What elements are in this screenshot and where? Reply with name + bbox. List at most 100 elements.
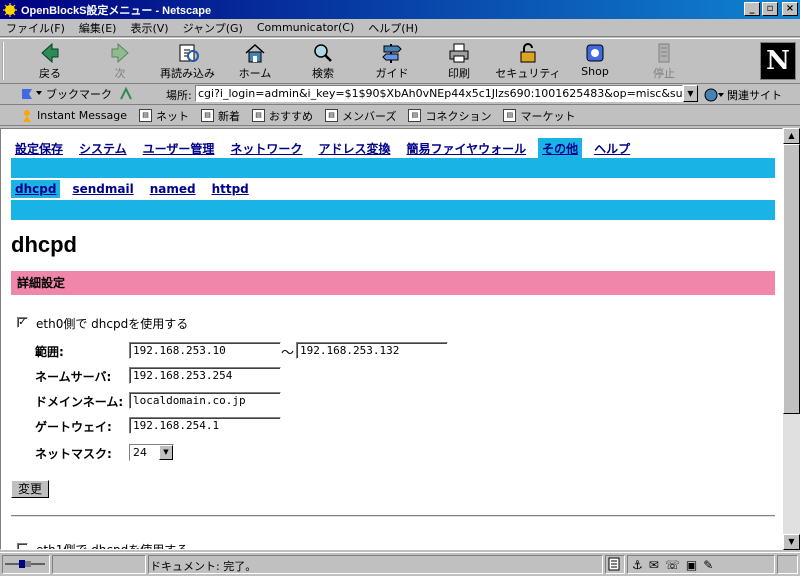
tab-help[interactable]: ヘルプ [590,138,635,159]
bookmark-page-icon: ▤ [325,109,338,122]
netscape-logo[interactable]: N [760,42,796,80]
bookmark-members[interactable]: ▤ メンバーズ [325,108,396,124]
bookmarks-button[interactable]: ブックマーク [20,86,112,102]
tab-bar-band [11,158,775,178]
close-button[interactable]: × [782,2,798,16]
subtab-bar-band [11,200,775,220]
range-start-input[interactable]: 192.168.253.10 [129,342,281,359]
subtab-dhcpd[interactable]: dhcpd [11,180,61,198]
instant-message-link[interactable]: Instant Message [20,109,127,123]
menu-go[interactable]: ジャンプ(G) [183,20,243,36]
bookmark-market-label: マーケット [520,109,576,123]
url-dropdown-button[interactable]: ▼ [683,85,698,102]
domain-name-input[interactable]: localdomain.co.jp [129,392,281,409]
gateway-label: ゲートウェイ: [35,420,112,434]
domain-name-label: ドメインネーム: [35,395,124,409]
bookmark-page-icon: ▤ [503,109,517,122]
security-indicator[interactable] [605,555,625,574]
home-button[interactable]: ホーム [225,42,285,82]
bookmark-net[interactable]: ▤ ネット [139,108,189,124]
back-button[interactable]: 戻る [20,42,80,82]
eth0-dhcpd-checkbox[interactable]: ✓ [17,317,28,328]
tab-simple-firewall[interactable]: 簡易ファイヤウォール [402,138,531,159]
netmask-label: ネットマスク: [35,447,112,461]
shop-icon [586,44,604,62]
address-book-icon[interactable]: ▣ [686,558,697,572]
scroll-up-button[interactable]: ▲ [783,128,800,144]
bookmark-connection[interactable]: ▤ コネクション [408,108,491,124]
resize-grip[interactable] [777,555,798,574]
toolbar-grip[interactable] [2,42,8,80]
search-button[interactable]: 検索 [293,42,353,82]
print-button[interactable]: 印刷 [429,42,489,82]
menu-view[interactable]: 表示(V) [130,20,168,36]
forward-label: 次 [114,67,126,80]
tab-system[interactable]: システム [75,138,131,159]
vertical-scrollbar[interactable]: ▲ ▼ [783,128,800,550]
shop-button[interactable]: Shop [565,42,625,82]
menu-communicator[interactable]: Communicator(C) [257,21,354,34]
subtab-httpd[interactable]: httpd [208,180,253,198]
back-arrow-icon [41,42,59,64]
bookmark-new[interactable]: ▤ 新着 [201,108,240,124]
range-end-input[interactable]: 192.168.253.132 [296,342,448,359]
related-sites-button[interactable]: 関連サイト [704,87,782,103]
minimize-button[interactable]: _ [744,2,760,16]
tab-network[interactable]: ネットワーク [226,138,307,159]
page-content: 設定保存 システム ユーザー管理 ネットワーク アドレス変換 簡易ファイヤウォー… [0,128,783,550]
security-button[interactable]: セキュリティ [495,42,561,82]
tab-other[interactable]: その他 [538,138,583,159]
related-sites-label: 関連サイト [727,89,782,102]
bookmark-market[interactable]: ▤ マーケット [503,108,575,124]
composer-icon[interactable]: ✎ [703,558,713,572]
forward-button[interactable]: 次 [90,42,150,82]
netmask-select[interactable]: 24 ▼ [129,444,174,461]
subtab-sendmail[interactable]: sendmail [68,180,137,198]
bookmark-new-label: 新着 [218,109,240,123]
change-button[interactable]: 変更 [11,480,49,498]
menu-help[interactable]: ヘルプ(H) [368,20,418,36]
gateway-input[interactable]: 192.168.254.1 [129,417,281,434]
bookmarks-label: ブックマーク [46,88,112,101]
eth1-dhcpd-checkbox[interactable] [17,543,28,549]
menu-edit[interactable]: 編集(E) [79,20,117,36]
netmask-value: 24 [133,446,147,459]
subtab-named[interactable]: named [146,180,200,198]
main-tabs: 設定保存 システム ユーザー管理 ネットワーク アドレス変換 簡易ファイヤウォー… [11,138,642,159]
scroll-thumb[interactable] [783,144,800,414]
bookmark-recommend[interactable]: ▤ おすすめ [252,108,313,124]
stop-icon [658,43,670,63]
section-divider [11,515,775,517]
nameserver-input[interactable]: 192.168.253.254 [129,367,281,384]
newsgroup-icon[interactable]: ☏ [665,558,680,572]
maximize-button[interactable]: ▫ [762,2,778,16]
range-label: 範囲: [35,345,64,359]
status-text: ドキュメント: 完了。 [150,560,257,573]
bookmark-recommend-label: おすすめ [269,109,313,123]
page-proxy-icon[interactable] [118,87,134,101]
mail-icon[interactable]: ✉ [649,558,659,572]
scroll-down-button[interactable]: ▼ [783,534,800,550]
tab-user-management[interactable]: ユーザー管理 [138,138,219,159]
reload-button[interactable]: 再読み込み [155,42,220,82]
page-title: dhcpd [11,232,77,257]
netscape-window-icon [3,2,17,17]
document-info-icon [608,557,620,571]
window-title: OpenBlockS設定メニュー - Netscape [21,4,212,17]
padlock-icon [520,43,536,63]
eth1-dhcpd-label: eth1側で dhcpdを使用する [36,543,189,550]
instant-message-label: Instant Message [37,109,127,122]
status-bar: ドキュメント: 完了。 ⚓ ✉ ☏ ▣ ✎ [0,552,800,576]
url-input[interactable]: cgi?i_login=admin&i_key=$1$90$XbAh0vNEp4… [195,85,683,102]
navigator-icon[interactable]: ⚓ [632,558,643,572]
printer-icon [449,43,469,63]
component-bar: ⚓ ✉ ☏ ▣ ✎ [627,555,775,574]
stop-button[interactable]: 停止 [634,42,694,82]
menu-file[interactable]: ファイル(F) [6,20,65,36]
guide-button[interactable]: ガイド [362,42,422,82]
tab-save-settings[interactable]: 設定保存 [11,138,68,159]
bookmark-page-icon: ▤ [139,109,152,122]
navigation-toolbar: 戻る 次 再読み込み ホーム 検索 ガイド 印刷 セキュリティ Shop 停止 … [0,38,800,84]
chevron-down-icon[interactable]: ▼ [159,445,173,460]
tab-address-translation[interactable]: アドレス変換 [314,138,395,159]
